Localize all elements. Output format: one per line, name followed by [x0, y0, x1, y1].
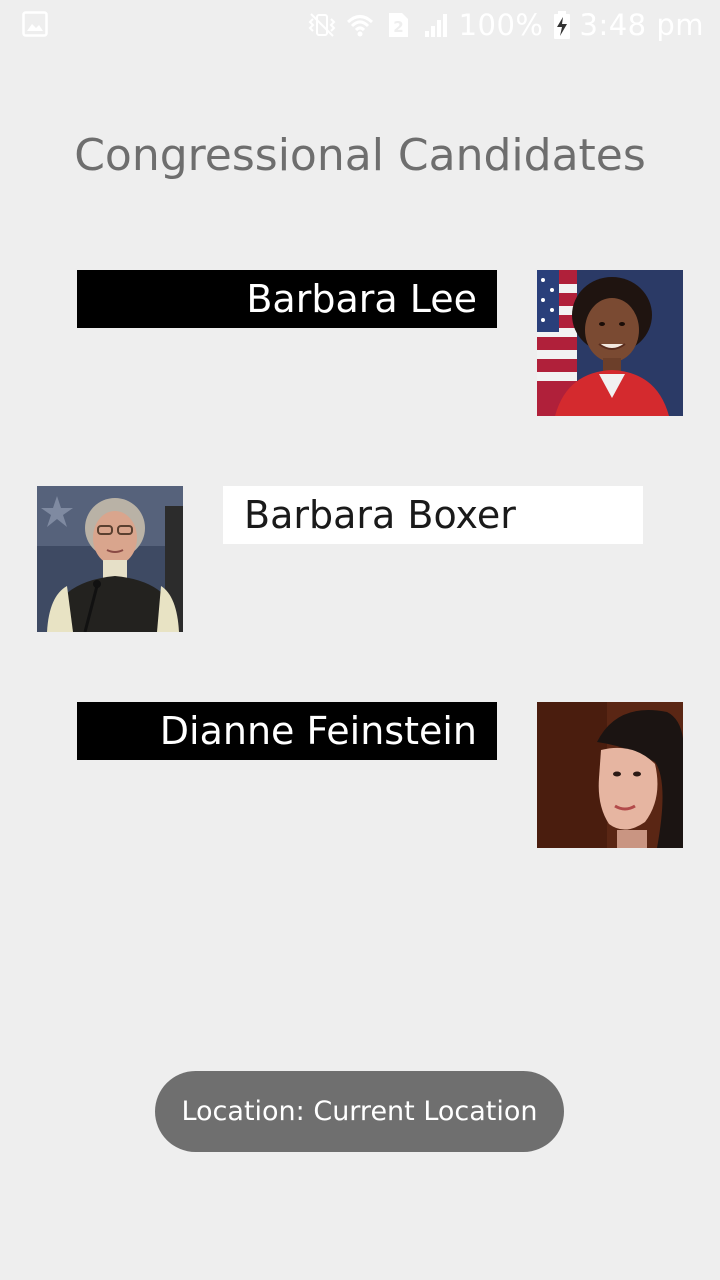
- status-time: 3:48 pm: [579, 8, 704, 42]
- location-toast: Location: Current Location: [155, 1071, 564, 1152]
- battery-charging-icon: [553, 11, 570, 39]
- candidate-name-dianne-feinstein[interactable]: Dianne Feinstein: [77, 702, 497, 760]
- candidate-photo-dianne-feinstein[interactable]: [537, 702, 683, 848]
- gallery-icon: [22, 11, 48, 37]
- sim-2-icon: 2: [388, 13, 408, 37]
- candidate-photo-barbara-lee[interactable]: [537, 270, 683, 416]
- wifi-icon: [346, 15, 373, 37]
- signal-icon: [424, 14, 447, 37]
- candidate-photo-barbara-boxer[interactable]: [37, 486, 183, 632]
- status-bar: 2 100% 3:48 pm: [0, 0, 720, 50]
- vibrate-mute-icon: [308, 13, 335, 37]
- page-title: Congressional Candidates: [74, 130, 646, 181]
- status-icons: 2 100% 3:48 pm: [307, 0, 704, 50]
- portrait-image: [537, 270, 683, 416]
- portrait-image: [37, 486, 183, 632]
- candidate-name-barbara-lee[interactable]: Barbara Lee: [77, 270, 497, 328]
- svg-text:2: 2: [393, 18, 403, 36]
- portrait-image: [537, 702, 683, 848]
- battery-percent: 100%: [458, 8, 544, 42]
- candidate-name-barbara-boxer[interactable]: Barbara Boxer: [223, 486, 643, 544]
